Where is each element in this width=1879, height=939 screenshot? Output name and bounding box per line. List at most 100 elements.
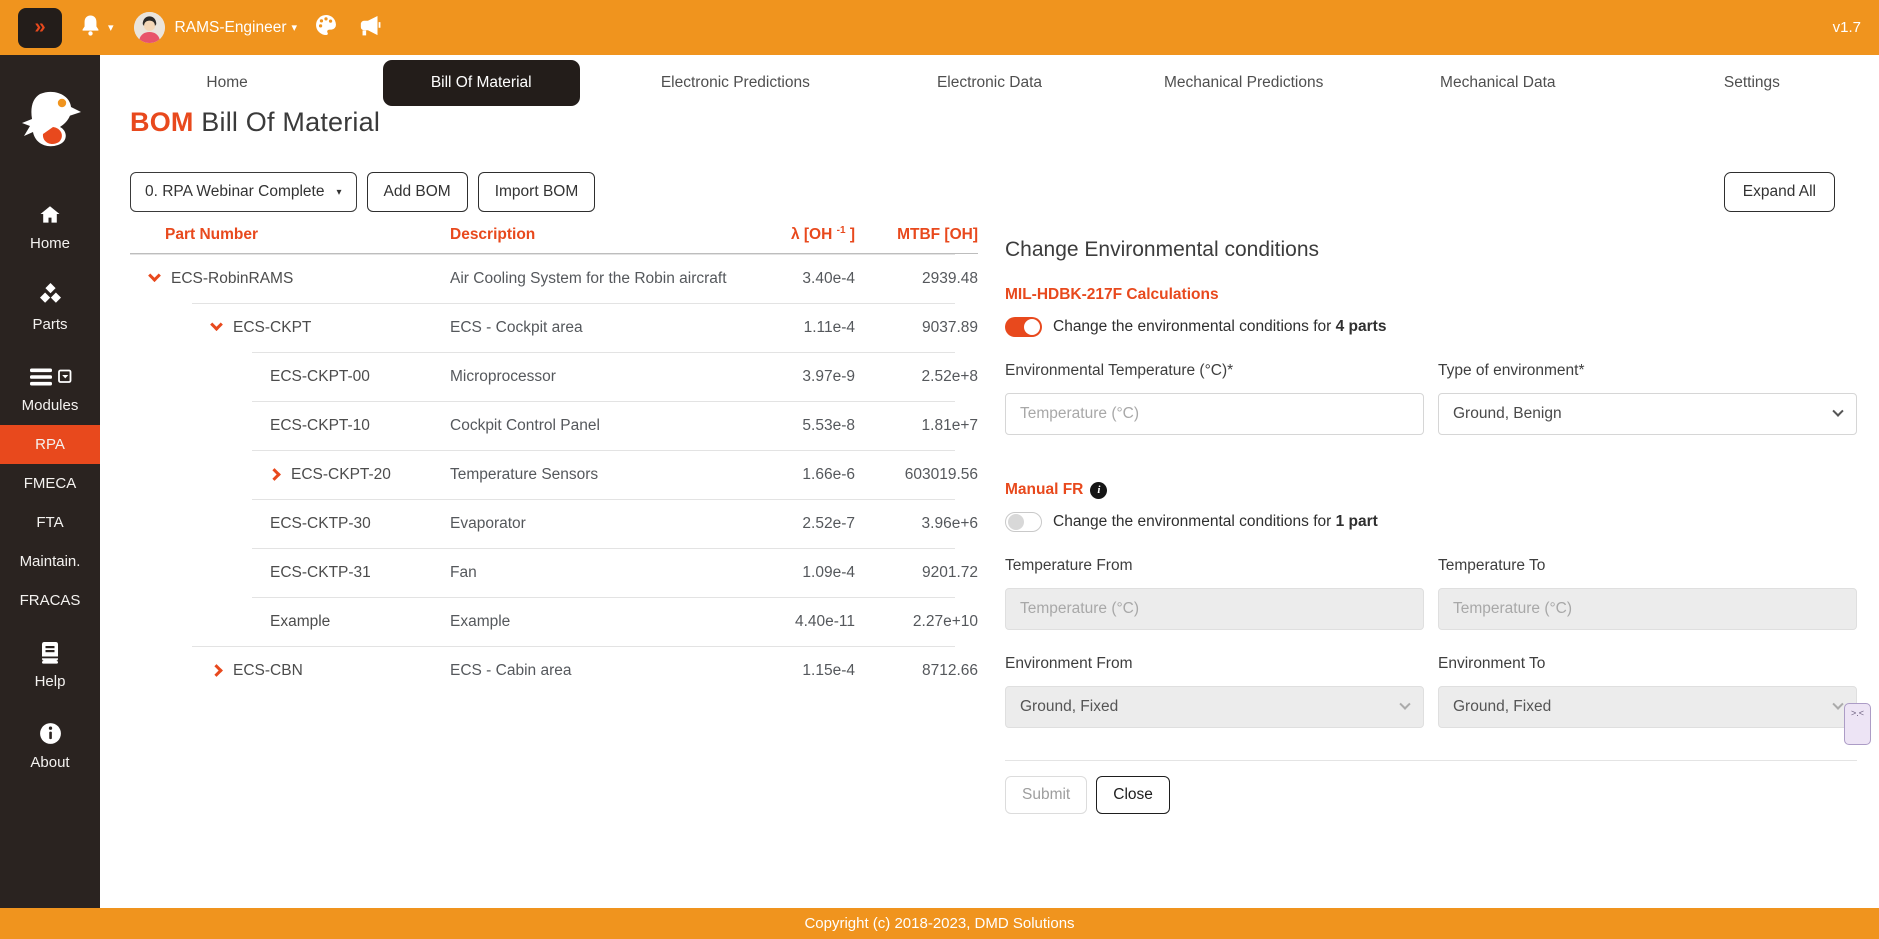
lambda-value: 3.40e-4: [780, 270, 855, 288]
sidebar: Home Parts Modules RPA FMECA FTA Maintai…: [0, 55, 100, 908]
palette-icon: [313, 12, 339, 43]
topbar: » ▾ RAMS-Engineer ▾ v1.7: [0, 0, 1879, 55]
type-of-environment-select[interactable]: Ground, Benign: [1438, 393, 1857, 435]
info-icon[interactable]: i: [1090, 482, 1107, 499]
table-row[interactable]: ECS-CKTP-31 Fan 1.09e-4 9201.72: [130, 548, 978, 597]
mil-hdbk-section-heading: MIL-HDBK-217F Calculations: [1005, 286, 1857, 304]
sidebar-item-help[interactable]: Help: [0, 628, 100, 701]
manual-fr-toggle[interactable]: [1005, 512, 1042, 532]
tab-settings[interactable]: Settings: [1625, 60, 1879, 106]
table-row[interactable]: ECS-CKPT ECS - Cockpit area 1.11e-4 9037…: [130, 303, 978, 352]
add-bom-button[interactable]: Add BOM: [367, 172, 468, 212]
part-number: ECS-CKPT: [233, 319, 311, 337]
sidebar-item-parts[interactable]: Parts: [0, 271, 100, 344]
mil-hdbk-toggle-row: Change the environmental conditions for …: [1005, 317, 1857, 337]
chevron-down-icon[interactable]: [210, 318, 223, 331]
user-menu[interactable]: RAMS-Engineer ▾: [134, 12, 298, 43]
main-content: HomeBill Of MaterialElectronic Predictio…: [100, 55, 1879, 908]
notifications-button[interactable]: ▾: [78, 13, 114, 43]
expand-all-button[interactable]: Expand All: [1724, 172, 1835, 212]
panel-divider: [1005, 760, 1857, 761]
mtbf-value: 603019.56: [855, 466, 978, 484]
table-row[interactable]: ECS-CKPT-10 Cockpit Control Panel 5.53e-…: [130, 401, 978, 450]
table-row[interactable]: Example Example 4.40e-11 2.27e+10: [130, 597, 978, 646]
chevron-down-icon: ▾: [292, 21, 298, 34]
mtbf-value: 2.52e+8: [855, 368, 978, 386]
page-title: BOM Bill Of Material: [130, 107, 380, 138]
bom-select[interactable]: 0. RPA Webinar Complete ▾: [130, 172, 357, 212]
table-row[interactable]: ECS-CKPT-00 Microprocessor 3.97e-9 2.52e…: [130, 352, 978, 401]
table-row[interactable]: ECS-CBN ECS - Cabin area 1.15e-4 8712.66: [130, 646, 978, 695]
column-header-lambda[interactable]: λ [OH -1 ]: [780, 225, 855, 244]
avatar: [134, 12, 165, 43]
copyright-text: Copyright (c) 2018-2023, DMD Solutions: [804, 915, 1074, 932]
tab-home[interactable]: Home: [100, 60, 354, 106]
lambda-value: 3.97e-9: [780, 368, 855, 386]
sidebar-item-about[interactable]: About: [0, 709, 100, 782]
parts-icon: [37, 282, 64, 309]
bom-table-header: Part Number Description λ [OH -1 ] MTBF …: [130, 218, 978, 254]
import-bom-button[interactable]: Import BOM: [478, 172, 596, 212]
help-icon: [38, 639, 62, 666]
part-number: ECS-CBN: [233, 662, 303, 680]
sidebar-item-rpa[interactable]: RPA: [0, 425, 100, 464]
environmental-temperature-input[interactable]: [1005, 393, 1424, 435]
sidebar-item-fta[interactable]: FTA: [0, 503, 100, 542]
tab-electronic-data[interactable]: Electronic Data: [862, 60, 1116, 106]
tab-bill-of-material[interactable]: Bill Of Material: [354, 60, 608, 106]
part-description: Air Cooling System for the Robin aircraf…: [450, 270, 780, 288]
chevron-right-icon[interactable]: [210, 664, 223, 677]
sidebar-item-maintain[interactable]: Maintain.: [0, 542, 100, 581]
mtbf-value: 9201.72: [855, 564, 978, 582]
part-description: Microprocessor: [450, 368, 780, 386]
chevron-down-icon[interactable]: [148, 269, 161, 282]
chevron-down-icon: ▾: [108, 21, 114, 34]
chevron-right-icon[interactable]: [268, 468, 281, 481]
chevron-down-icon: [1832, 699, 1843, 710]
close-button[interactable]: Close: [1096, 776, 1170, 814]
modules-icon: [28, 363, 72, 390]
double-chevron-right-icon: »: [34, 16, 45, 39]
part-description: Cockpit Control Panel: [450, 417, 780, 435]
column-header-mtbf[interactable]: MTBF [OH]: [855, 226, 978, 244]
column-header-description[interactable]: Description: [450, 226, 780, 244]
overlay-badge[interactable]: >.<: [1844, 703, 1871, 745]
type-of-environment-label: Type of environment*: [1438, 362, 1857, 380]
chevron-down-icon: [1399, 699, 1410, 710]
bom-toolbar: 0. RPA Webinar Complete ▾ Add BOM Import…: [130, 172, 595, 212]
tab-mechanical-data[interactable]: Mechanical Data: [1371, 60, 1625, 106]
environmental-temperature-label: Environmental Temperature (°C)*: [1005, 362, 1424, 380]
manual-fr-toggle-row: Change the environmental conditions for …: [1005, 512, 1857, 532]
sidebar-item-modules[interactable]: Modules: [0, 352, 100, 425]
lambda-value: 1.09e-4: [780, 564, 855, 582]
lambda-value: 1.15e-4: [780, 662, 855, 680]
chevron-down-icon: ▾: [336, 187, 341, 198]
part-number: ECS-CKPT-00: [270, 368, 370, 386]
sidebar-item-fracas[interactable]: FRACAS: [0, 581, 100, 620]
home-icon: [37, 201, 63, 228]
robin-logo: [18, 87, 82, 156]
column-header-part-number[interactable]: Part Number: [130, 226, 450, 244]
part-number: ECS-CKPT-10: [270, 417, 370, 435]
sidebar-item-home[interactable]: Home: [0, 190, 100, 263]
table-row[interactable]: ECS-CKPT-20 Temperature Sensors 1.66e-6 …: [130, 450, 978, 499]
tab-electronic-predictions[interactable]: Electronic Predictions: [608, 60, 862, 106]
temperature-to-input: [1438, 588, 1857, 630]
theme-palette-button[interactable]: [313, 12, 339, 43]
bom-table: Part Number Description λ [OH -1 ] MTBF …: [130, 218, 978, 695]
table-row[interactable]: ECS-CKTP-30 Evaporator 2.52e-7 3.96e+6: [130, 499, 978, 548]
megaphone-icon: [355, 12, 382, 44]
lambda-value: 2.52e-7: [780, 515, 855, 533]
table-row[interactable]: ECS-RobinRAMS Air Cooling System for the…: [130, 254, 978, 303]
sidebar-collapse-button[interactable]: »: [18, 8, 62, 48]
mtbf-value: 3.96e+6: [855, 515, 978, 533]
sidebar-item-fmeca[interactable]: FMECA: [0, 464, 100, 503]
mil-hdbk-toggle[interactable]: [1005, 317, 1042, 337]
temperature-from-input: [1005, 588, 1424, 630]
mtbf-value: 9037.89: [855, 319, 978, 337]
announcements-button[interactable]: [355, 12, 382, 44]
tab-mechanical-predictions[interactable]: Mechanical Predictions: [1117, 60, 1371, 106]
panel-title: Change Environmental conditions: [1005, 238, 1857, 262]
app-version: v1.7: [1833, 19, 1861, 36]
part-number: ECS-RobinRAMS: [171, 270, 293, 288]
